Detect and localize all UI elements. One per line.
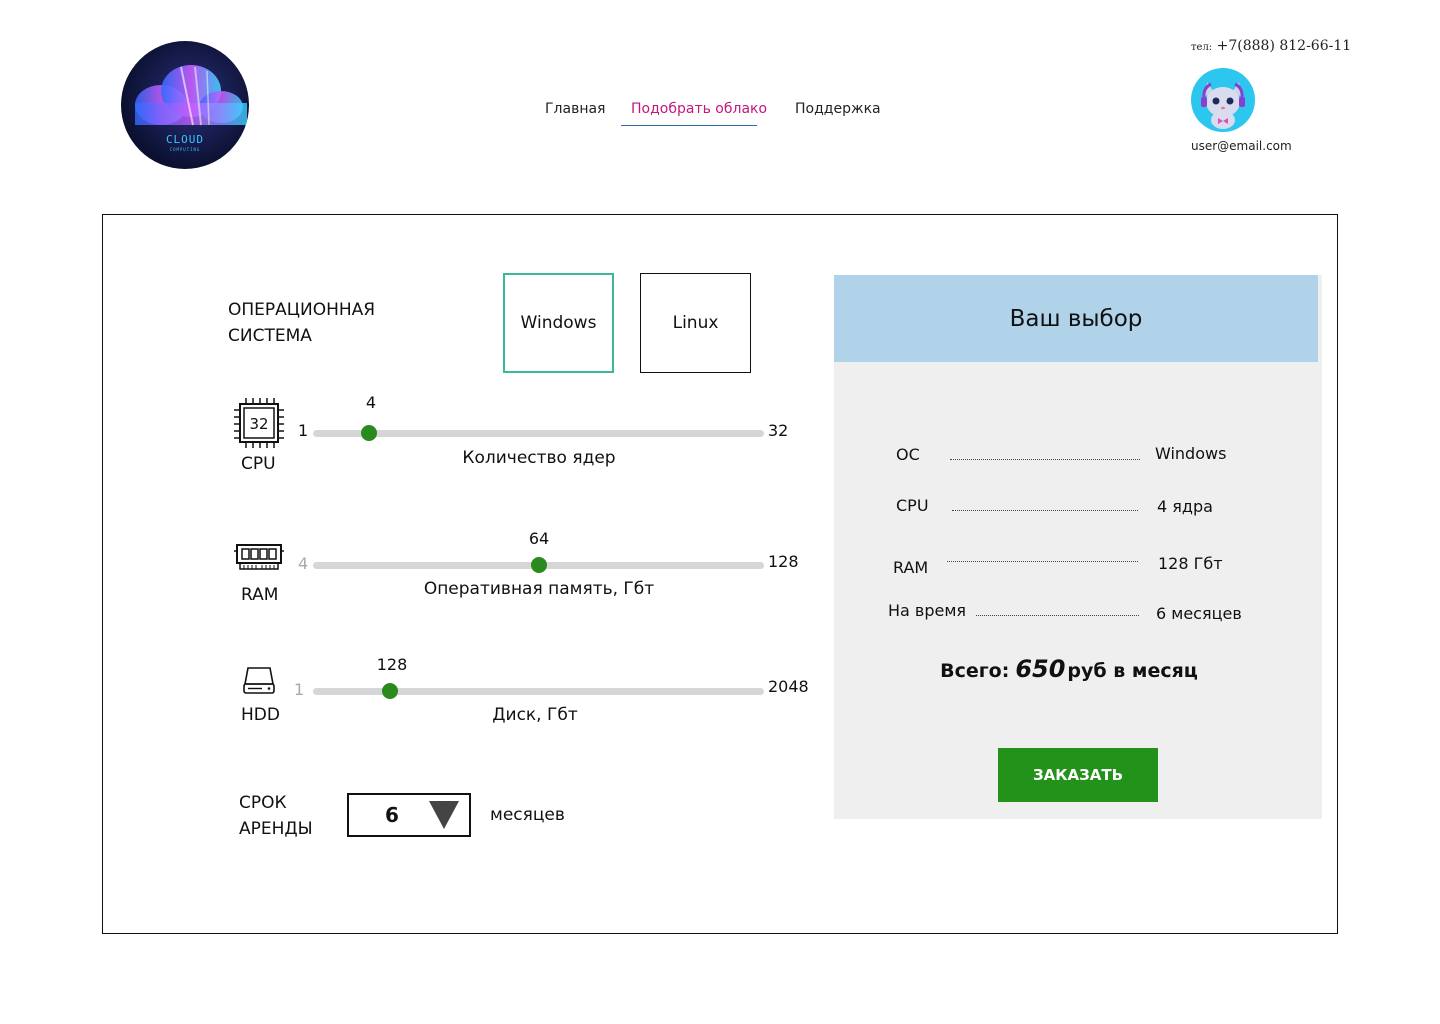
ram-min-label: 4 bbox=[298, 554, 309, 573]
summary-key-os: ОС bbox=[896, 445, 920, 464]
hdd-max-label: 2048 bbox=[768, 677, 809, 696]
hdd-value: 128 bbox=[376, 655, 408, 674]
cpu-slider-thumb[interactable] bbox=[361, 425, 378, 441]
summary-dots bbox=[952, 510, 1138, 511]
summary-card: Ваш выбор ОС Windows CPU 4 ядра RAM 128 … bbox=[834, 275, 1322, 819]
total-amount: 650 bbox=[1015, 655, 1066, 683]
os-label: ОПЕРАЦИОННАЯ СИСТЕМА bbox=[228, 297, 375, 349]
ram-label: RAM bbox=[241, 585, 279, 605]
cpu-icon-label: 32 bbox=[249, 415, 268, 433]
nav-choose-cloud[interactable]: Подобрать облако bbox=[631, 101, 767, 117]
rent-term-select[interactable]: 6 bbox=[347, 793, 471, 837]
cpu-chip-icon: 32 bbox=[234, 398, 284, 448]
rent-unit: месяцев bbox=[490, 805, 565, 825]
ram-caption: Оперативная память, Гбт bbox=[423, 579, 655, 599]
nav-active-underline bbox=[621, 125, 757, 126]
summary-value-cpu: 4 ядра bbox=[1157, 497, 1213, 516]
summary-dots bbox=[976, 615, 1139, 616]
hdd-min-label: 1 bbox=[294, 680, 305, 699]
cpu-slider-track[interactable] bbox=[313, 430, 764, 437]
cpu-value: 4 bbox=[365, 393, 377, 412]
summary-dots bbox=[947, 561, 1138, 562]
logo-text: CLOUD bbox=[165, 133, 205, 146]
hdd-drive-icon bbox=[243, 667, 275, 694]
total-label: Всего: bbox=[940, 660, 1010, 682]
ram-max-label: 128 bbox=[768, 552, 799, 571]
phone-label: тел: bbox=[1191, 42, 1213, 53]
os-linux-button[interactable]: Linux bbox=[640, 273, 751, 373]
cpu-label: CPU bbox=[241, 454, 276, 474]
cpu-max-label: 32 bbox=[768, 421, 789, 440]
summary-key-term: На время bbox=[888, 601, 967, 620]
hdd-label: HDD bbox=[241, 705, 280, 725]
os-label-line1: ОПЕРАЦИОННАЯ bbox=[228, 300, 376, 320]
summary-value-term: 6 месяцев bbox=[1156, 604, 1242, 623]
nav-home[interactable]: Главная bbox=[545, 101, 605, 117]
summary-key-cpu: CPU bbox=[896, 496, 929, 515]
summary-value-os: Windows bbox=[1155, 444, 1227, 463]
hdd-caption: Диск, Гбт bbox=[492, 705, 578, 725]
nav-support[interactable]: Поддержка bbox=[795, 101, 881, 117]
summary-title: Ваш выбор bbox=[834, 275, 1318, 362]
cat-avatar-icon bbox=[1201, 82, 1245, 129]
total-unit: руб в месяц bbox=[1067, 660, 1198, 682]
summary-value-ram: 128 Гбт bbox=[1158, 554, 1223, 573]
order-button[interactable]: ЗАКАЗАТЬ bbox=[998, 748, 1158, 802]
rent-label: СРОК АРЕНДЫ bbox=[239, 790, 313, 842]
summary-total: Всего: 650 руб в месяц bbox=[834, 655, 1304, 683]
ram-value: 64 bbox=[528, 529, 550, 548]
cpu-caption: Количество ядер bbox=[462, 448, 616, 468]
summary-dots bbox=[950, 459, 1140, 460]
user-email[interactable]: user@email.com bbox=[1191, 139, 1292, 153]
cloud-computing-logo[interactable]: CLOUD COMPUTING bbox=[121, 41, 249, 169]
dropdown-arrow-icon[interactable] bbox=[429, 801, 459, 829]
cpu-min-label: 1 bbox=[298, 421, 309, 440]
ram-slider-thumb[interactable] bbox=[530, 557, 547, 573]
rent-label-line1: СРОК bbox=[239, 793, 287, 813]
phone-number: +7(888) 812-66-11 bbox=[1216, 38, 1352, 54]
avatar[interactable] bbox=[1191, 68, 1255, 132]
os-label-line2: СИСТЕМА bbox=[228, 326, 312, 346]
rent-label-line2: АРЕНДЫ bbox=[239, 819, 313, 839]
logo-subtext: COMPUTING bbox=[169, 147, 201, 152]
rent-term-value: 6 bbox=[385, 803, 399, 827]
phone-contact: тел: +7(888) 812-66-11 bbox=[1191, 38, 1351, 54]
summary-key-ram: RAM bbox=[893, 558, 929, 577]
hdd-slider-track[interactable] bbox=[313, 688, 764, 695]
ram-module-icon bbox=[234, 544, 284, 570]
hdd-slider-thumb[interactable] bbox=[381, 683, 398, 699]
os-windows-button[interactable]: Windows bbox=[503, 273, 614, 373]
cloud-configurator-panel: ОПЕРАЦИОННАЯ СИСТЕМА Windows Linux 32 CP… bbox=[102, 214, 1338, 934]
